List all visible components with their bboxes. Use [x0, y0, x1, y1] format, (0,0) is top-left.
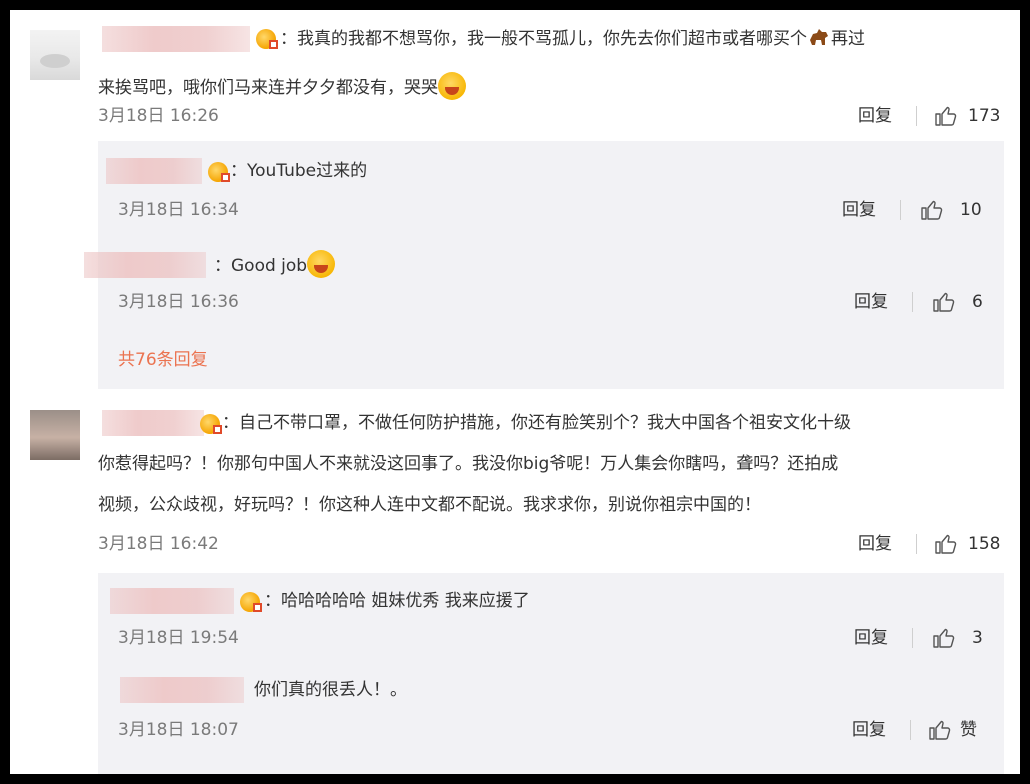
username-blurred[interactable]	[102, 410, 204, 436]
reply-text: ：YouTube过来的	[230, 161, 368, 181]
username-blurred[interactable]	[110, 588, 234, 614]
vip-badge-icon	[240, 592, 262, 612]
like-count: 3	[972, 628, 983, 648]
vip-badge-icon	[200, 414, 222, 434]
avatar[interactable]	[30, 30, 80, 80]
comment-text: 你惹得起吗？！你那句中国人不来就没这回事了。我没你big爷呢！万人集会你瞎吗，聋…	[98, 454, 839, 474]
divider	[910, 720, 911, 740]
reply-time: 3月18日 18:07	[118, 720, 239, 740]
comment-text: ：自己不带口罩，不做任何防护措施，你还有脸笑别个？我大中国各个祖安文化十级	[222, 413, 851, 433]
reply-button[interactable]: 回复	[854, 626, 888, 650]
username-blurred[interactable]	[84, 252, 206, 278]
comment-time: 3月18日 16:42	[98, 534, 219, 554]
like-count: 10	[960, 200, 982, 220]
reply-button[interactable]: 回复	[842, 198, 876, 222]
reply-text: 你们真的很丢人！。	[254, 680, 407, 700]
reply-time: 3月18日 16:34	[118, 200, 239, 220]
divider	[912, 292, 913, 312]
thumbs-up-icon[interactable]	[928, 718, 952, 742]
thumbs-up-icon[interactable]	[932, 626, 956, 650]
username-blurred[interactable]	[120, 677, 244, 703]
reply-button[interactable]: 回复	[858, 532, 892, 556]
comment-text: 来挨骂吧，哦你们马来连并夕夕都没有，哭哭	[98, 72, 466, 104]
laugh-emoji-icon	[438, 72, 466, 100]
comment-text: 视频，公众歧视，好玩吗？！你这种人连中文都不配说。我求求你，别说你祖宗中国的！	[98, 495, 761, 515]
divider	[900, 200, 901, 220]
thumbs-up-icon[interactable]	[934, 104, 958, 128]
comment-text: ：我真的我都不想骂你，我一般不骂孤儿，你先去你们超市或者哪买个 再过	[280, 24, 865, 55]
thumbs-up-icon[interactable]	[920, 198, 944, 222]
thumbs-up-icon[interactable]	[934, 532, 958, 556]
like-count: 6	[972, 292, 983, 312]
comment-time: 3月18日 16:26	[98, 106, 219, 126]
reply-time: 3月18日 19:54	[118, 628, 239, 648]
laugh-emoji-icon	[307, 250, 336, 278]
like-count: 173	[968, 106, 1001, 126]
view-all-replies-link[interactable]: 共76条回复	[118, 348, 208, 372]
thumbs-up-icon[interactable]	[932, 290, 956, 314]
dog-emoji-icon	[810, 29, 828, 45]
username-blurred[interactable]	[106, 158, 202, 184]
username-blurred[interactable]	[102, 26, 250, 52]
divider	[916, 534, 917, 554]
reply-time: 3月18日 16:36	[118, 292, 239, 312]
avatar[interactable]	[30, 410, 80, 460]
vip-badge-icon	[256, 29, 278, 49]
reply-button[interactable]: 回复	[854, 290, 888, 314]
like-count: 158	[968, 534, 1001, 554]
reply-text: ：哈哈哈哈哈 姐妹优秀 我来应援了	[264, 591, 530, 611]
comment-list: ：我真的我都不想骂你，我一般不骂孤儿，你先去你们超市或者哪买个 再过 来挨骂吧，哦…	[10, 10, 1020, 774]
reply-text: ：Good job	[214, 250, 336, 282]
divider	[912, 628, 913, 648]
vip-badge-icon	[208, 162, 230, 182]
like-label[interactable]: 赞	[960, 718, 977, 742]
reply-button[interactable]: 回复	[858, 104, 892, 128]
reply-button[interactable]: 回复	[852, 718, 886, 742]
divider	[916, 106, 917, 126]
